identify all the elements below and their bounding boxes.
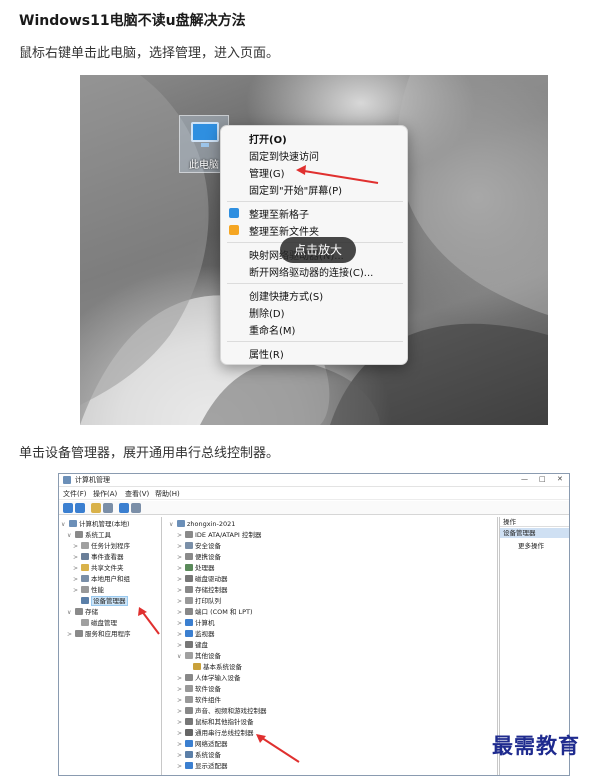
watermark: 最需教育: [492, 733, 580, 758]
article-title: Windows11电脑不读u盘解决方法: [19, 13, 246, 29]
desktop-context-menu-screenshot: 此电脑 打开(O) 固定到快速访问 管理(G) 固定到"开始"屏幕(P) 整理至…: [80, 75, 548, 425]
step-1-text: 鼠标右键单击此电脑，选择管理，进入页面。: [19, 46, 280, 61]
zoom-tooltip[interactable]: 点击放大: [280, 237, 356, 263]
step-2-text: 单击设备管理器，展开通用串行总线控制器。: [19, 446, 280, 461]
